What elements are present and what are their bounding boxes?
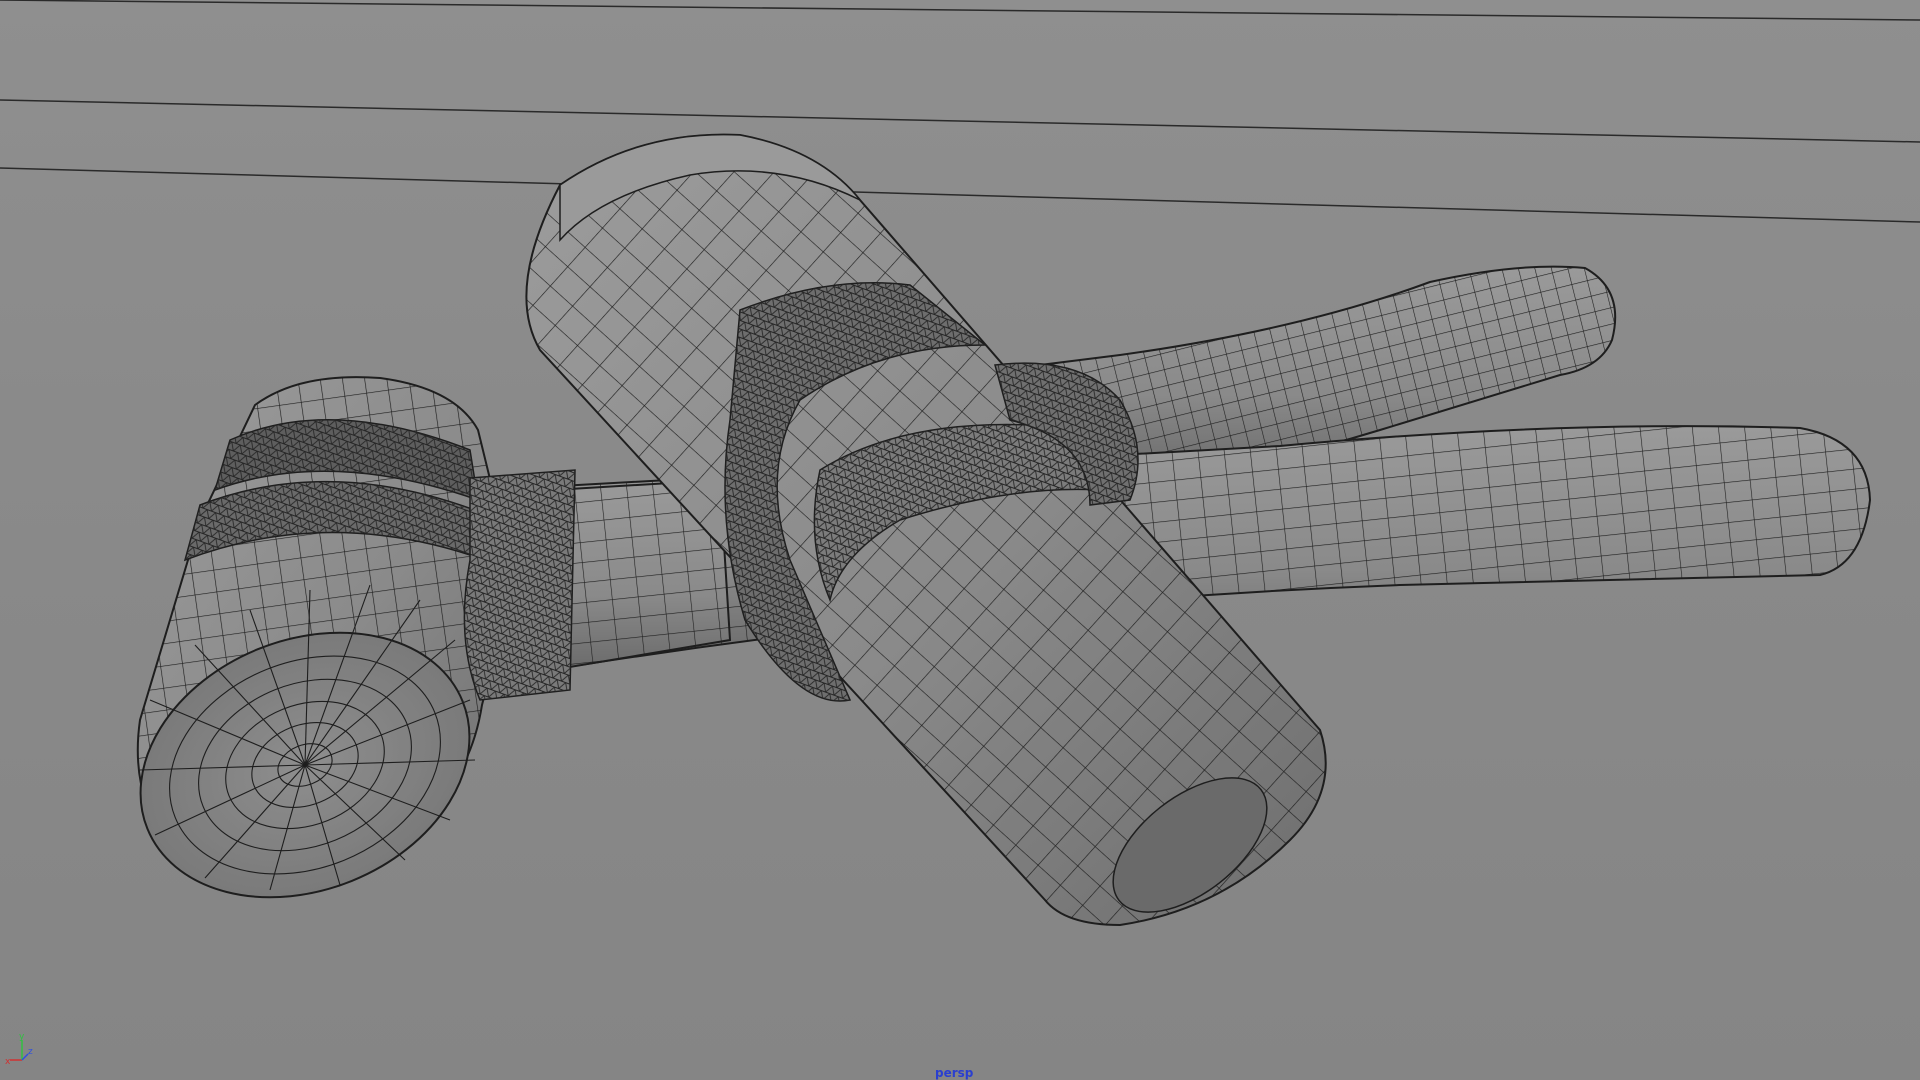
x-axis-label: x — [5, 1057, 11, 1066]
camera-name-label[interactable]: persp — [935, 1066, 973, 1080]
mallet-head-cylinder[interactable] — [101, 376, 510, 945]
perspective-viewport[interactable]: x y z persp — [0, 0, 1920, 1080]
ground-grid-lines — [0, 0, 1920, 223]
z-axis-label: z — [28, 1047, 33, 1057]
axis-gizmo-icon: x y z — [5, 1032, 33, 1066]
handle-rope-binding[interactable] — [463, 469, 576, 701]
scene-render[interactable] — [0, 0, 1920, 1080]
y-axis-label: y — [19, 1032, 25, 1042]
